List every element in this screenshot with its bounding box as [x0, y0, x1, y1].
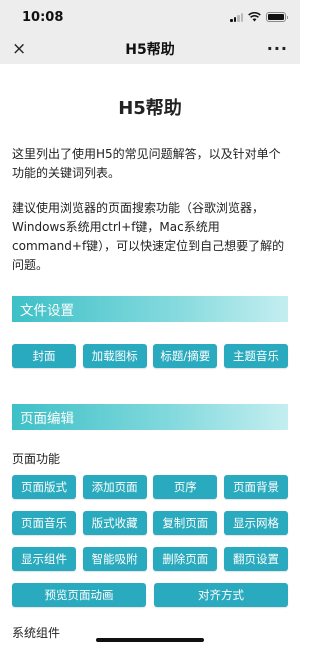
delete-page-button[interactable]: 删除页面	[153, 547, 218, 571]
nav-bar: × H5帮助 ···	[0, 34, 300, 64]
nav-title: H5帮助	[125, 42, 175, 58]
battery-icon	[266, 12, 288, 22]
status-bar: 10:08	[0, 0, 300, 34]
cellular-signal-icon	[230, 12, 243, 22]
alignment-button[interactable]: 对齐方式	[154, 583, 288, 607]
page-title: H5帮助	[118, 98, 182, 119]
theme-music-button[interactable]: 主题音乐	[223, 344, 288, 368]
layout-favorite-button[interactable]: 版式收藏	[82, 511, 147, 535]
smart-snap-button[interactable]: 智能吸附	[82, 547, 147, 571]
loading-icon-button[interactable]: 加载图标	[82, 344, 147, 368]
page-functions-row-4: 预览页面动画 对齐方式	[12, 583, 288, 607]
add-page-button[interactable]: 添加页面	[82, 475, 147, 499]
page-music-button[interactable]: 页面音乐	[12, 511, 76, 535]
show-components-button[interactable]: 显示组件	[12, 547, 76, 571]
preview-page-animation-button[interactable]: 预览页面动画	[12, 583, 146, 607]
more-options-icon[interactable]: ···	[267, 41, 288, 57]
search-tip-paragraph: 建议使用浏览器的页面搜索功能（谷歌浏览器，Windows系统用ctrl+f键，M…	[12, 201, 285, 272]
status-time: 10:08	[22, 9, 64, 25]
wifi-icon	[248, 12, 261, 22]
page-functions-row-2: 页面音乐 版式收藏 复制页面 显示网格	[12, 511, 288, 535]
page-layout-button[interactable]: 页面版式	[12, 475, 76, 499]
title-summary-button[interactable]: 标题/摘要	[153, 344, 218, 368]
home-indicator	[96, 638, 204, 642]
page-turn-settings-button[interactable]: 翻页设置	[223, 547, 288, 571]
intro-paragraph: 这里列出了使用H5的常见问题解答，以及针对单个功能的关键词列表。	[12, 147, 281, 180]
page-functions-row-3: 显示组件 智能吸附 删除页面 翻页设置	[12, 547, 288, 571]
show-grid-button[interactable]: 显示网格	[223, 511, 288, 535]
help-content: H5帮助 这里列出了使用H5的常见问题解答，以及针对单个功能的关键词列表。 建议…	[0, 94, 300, 641]
file-settings-buttons: 封面 加载图标 标题/摘要 主题音乐	[12, 344, 288, 368]
page-background-button[interactable]: 页面背景	[223, 475, 288, 499]
cover-button[interactable]: 封面	[12, 344, 76, 368]
section-header-file-settings: 文件设置	[12, 296, 288, 322]
status-icons	[230, 12, 288, 22]
page-order-button[interactable]: 页序	[153, 475, 218, 499]
page-functions-row-1: 页面版式 添加页面 页序 页面背景	[12, 475, 288, 499]
close-icon[interactable]: ×	[12, 40, 34, 58]
section-header-page-edit: 页面编辑	[12, 404, 288, 430]
page-functions-label: 页面功能	[12, 452, 61, 466]
copy-page-button[interactable]: 复制页面	[153, 511, 218, 535]
